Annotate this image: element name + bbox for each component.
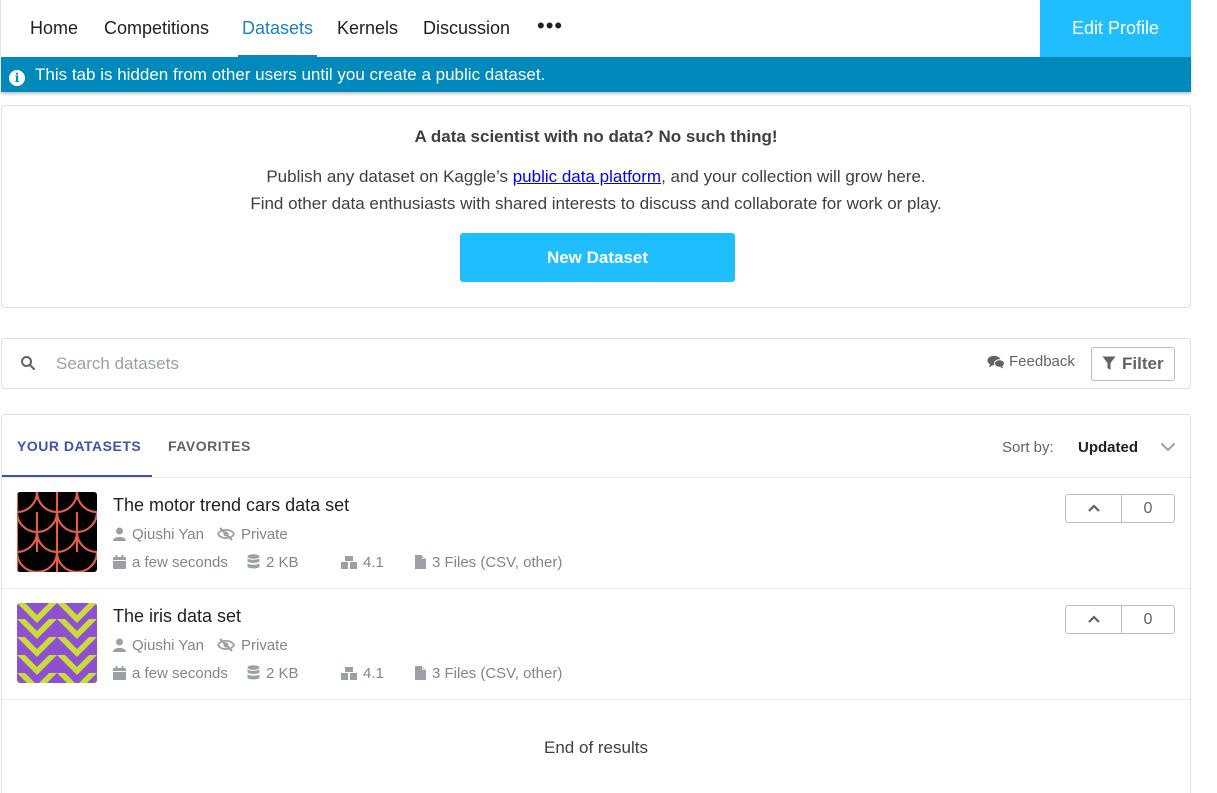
line1-text-after: , and your collection will grow here.	[661, 167, 926, 186]
dataset-usability: 4.1	[363, 554, 384, 571]
database-icon	[247, 665, 260, 680]
empty-state-title: A data scientist with no data? No such t…	[414, 127, 778, 146]
dataset-title[interactable]: The motor trend cars data set	[113, 495, 349, 516]
chevron-pattern-image	[17, 603, 97, 683]
edit-profile-button[interactable]: Edit Profile	[1040, 0, 1191, 57]
dataset-title[interactable]: The iris data set	[113, 606, 241, 627]
scales-pattern-image	[17, 492, 97, 572]
empty-state-line1: Publish any dataset on Kaggle’s public d…	[2, 167, 1190, 187]
end-of-results: End of results	[544, 738, 648, 757]
top-nav: Home Competitions Datasets Kernels Discu…	[0, 0, 1191, 57]
dataset-thumbnail[interactable]	[17, 492, 97, 572]
chevron-up-icon	[1088, 615, 1100, 623]
dataset-owner[interactable]: Qiushi Yan	[132, 526, 204, 543]
nav-tab-discussion[interactable]: Discussion	[423, 0, 510, 57]
sort-select[interactable]: Updated	[1078, 439, 1138, 456]
upvote-widget: 0	[1065, 605, 1175, 634]
dataset-visibility: Private	[241, 637, 288, 654]
file-icon	[415, 666, 426, 680]
dataset-thumbnail[interactable]	[17, 603, 97, 683]
usability-icon	[341, 667, 357, 680]
filter-icon	[1102, 356, 1116, 370]
search-icon	[20, 355, 36, 371]
filter-label: Filter	[1122, 354, 1164, 373]
nav-tab-datasets[interactable]: Datasets	[238, 0, 317, 57]
dataset-files: 3 Files (CSV, other)	[432, 554, 563, 571]
calendar-icon	[113, 555, 126, 569]
empty-state-line2: Find other data enthusiasts with shared …	[250, 194, 942, 213]
dataset-size: 2 KB	[266, 665, 299, 682]
nav-tab-competitions[interactable]: Competitions	[104, 0, 209, 57]
dataset-visibility: Private	[241, 526, 288, 543]
search-bar: Feedback Filter	[1, 338, 1191, 389]
user-icon	[113, 638, 126, 652]
empty-state-card: A data scientist with no data? No such t…	[1, 105, 1191, 308]
active-tab-indicator	[2, 475, 152, 477]
calendar-icon	[113, 666, 126, 680]
upvote-button[interactable]	[1066, 495, 1122, 522]
dataset-size: 2 KB	[266, 554, 299, 571]
results-tabbar: YOUR DATASETS FAVORITES Sort by: Updated	[2, 415, 1190, 478]
eye-slash-icon	[217, 527, 235, 541]
dataset-updated: a few seconds	[132, 665, 228, 682]
dataset-owner[interactable]: Qiushi Yan	[132, 637, 204, 654]
upvote-button[interactable]	[1066, 606, 1122, 633]
tab-favorites[interactable]: FAVORITES	[168, 438, 251, 454]
dataset-files: 3 Files (CSV, other)	[432, 665, 563, 682]
eye-slash-icon	[217, 638, 235, 652]
chat-bubbles-icon	[987, 355, 1005, 369]
list-item[interactable]: The iris data set Qiushi Yan Private a f…	[2, 589, 1190, 700]
line1-text-before: Publish any dataset on Kaggle’s	[266, 167, 513, 186]
info-banner: i This tab is hidden from other users unt…	[1, 57, 1191, 92]
list-item[interactable]: The motor trend cars data set Qiushi Yan…	[2, 478, 1190, 589]
vote-count: 0	[1143, 611, 1153, 628]
file-icon	[415, 555, 426, 569]
user-icon	[113, 527, 126, 541]
tab-your-datasets[interactable]: YOUR DATASETS	[17, 438, 141, 454]
filter-button[interactable]: Filter	[1091, 347, 1175, 381]
dataset-updated: a few seconds	[132, 554, 228, 571]
database-icon	[247, 554, 260, 569]
more-menu-icon[interactable]: •••	[537, 0, 563, 57]
vote-count: 0	[1143, 500, 1153, 517]
sort-label: Sort by:	[1002, 439, 1054, 456]
nav-tab-kernels[interactable]: Kernels	[337, 0, 398, 57]
datasets-list-card: YOUR DATASETS FAVORITES Sort by: Updated…	[1, 414, 1191, 793]
upvote-widget: 0	[1065, 494, 1175, 523]
dataset-usability: 4.1	[363, 665, 384, 682]
search-input[interactable]	[56, 351, 756, 377]
public-data-platform-link[interactable]: public data platform	[513, 167, 661, 186]
chevron-up-icon	[1088, 504, 1100, 512]
chevron-down-icon[interactable]	[1160, 442, 1176, 452]
info-icon: i	[9, 70, 25, 86]
banner-text: This tab is hidden from other users unti…	[35, 65, 546, 84]
nav-tab-home[interactable]: Home	[30, 0, 78, 57]
usability-icon	[341, 556, 357, 569]
feedback-label: Feedback	[1009, 353, 1075, 370]
new-dataset-button[interactable]: New Dataset	[460, 233, 735, 282]
feedback-button[interactable]: Feedback	[987, 353, 1075, 370]
